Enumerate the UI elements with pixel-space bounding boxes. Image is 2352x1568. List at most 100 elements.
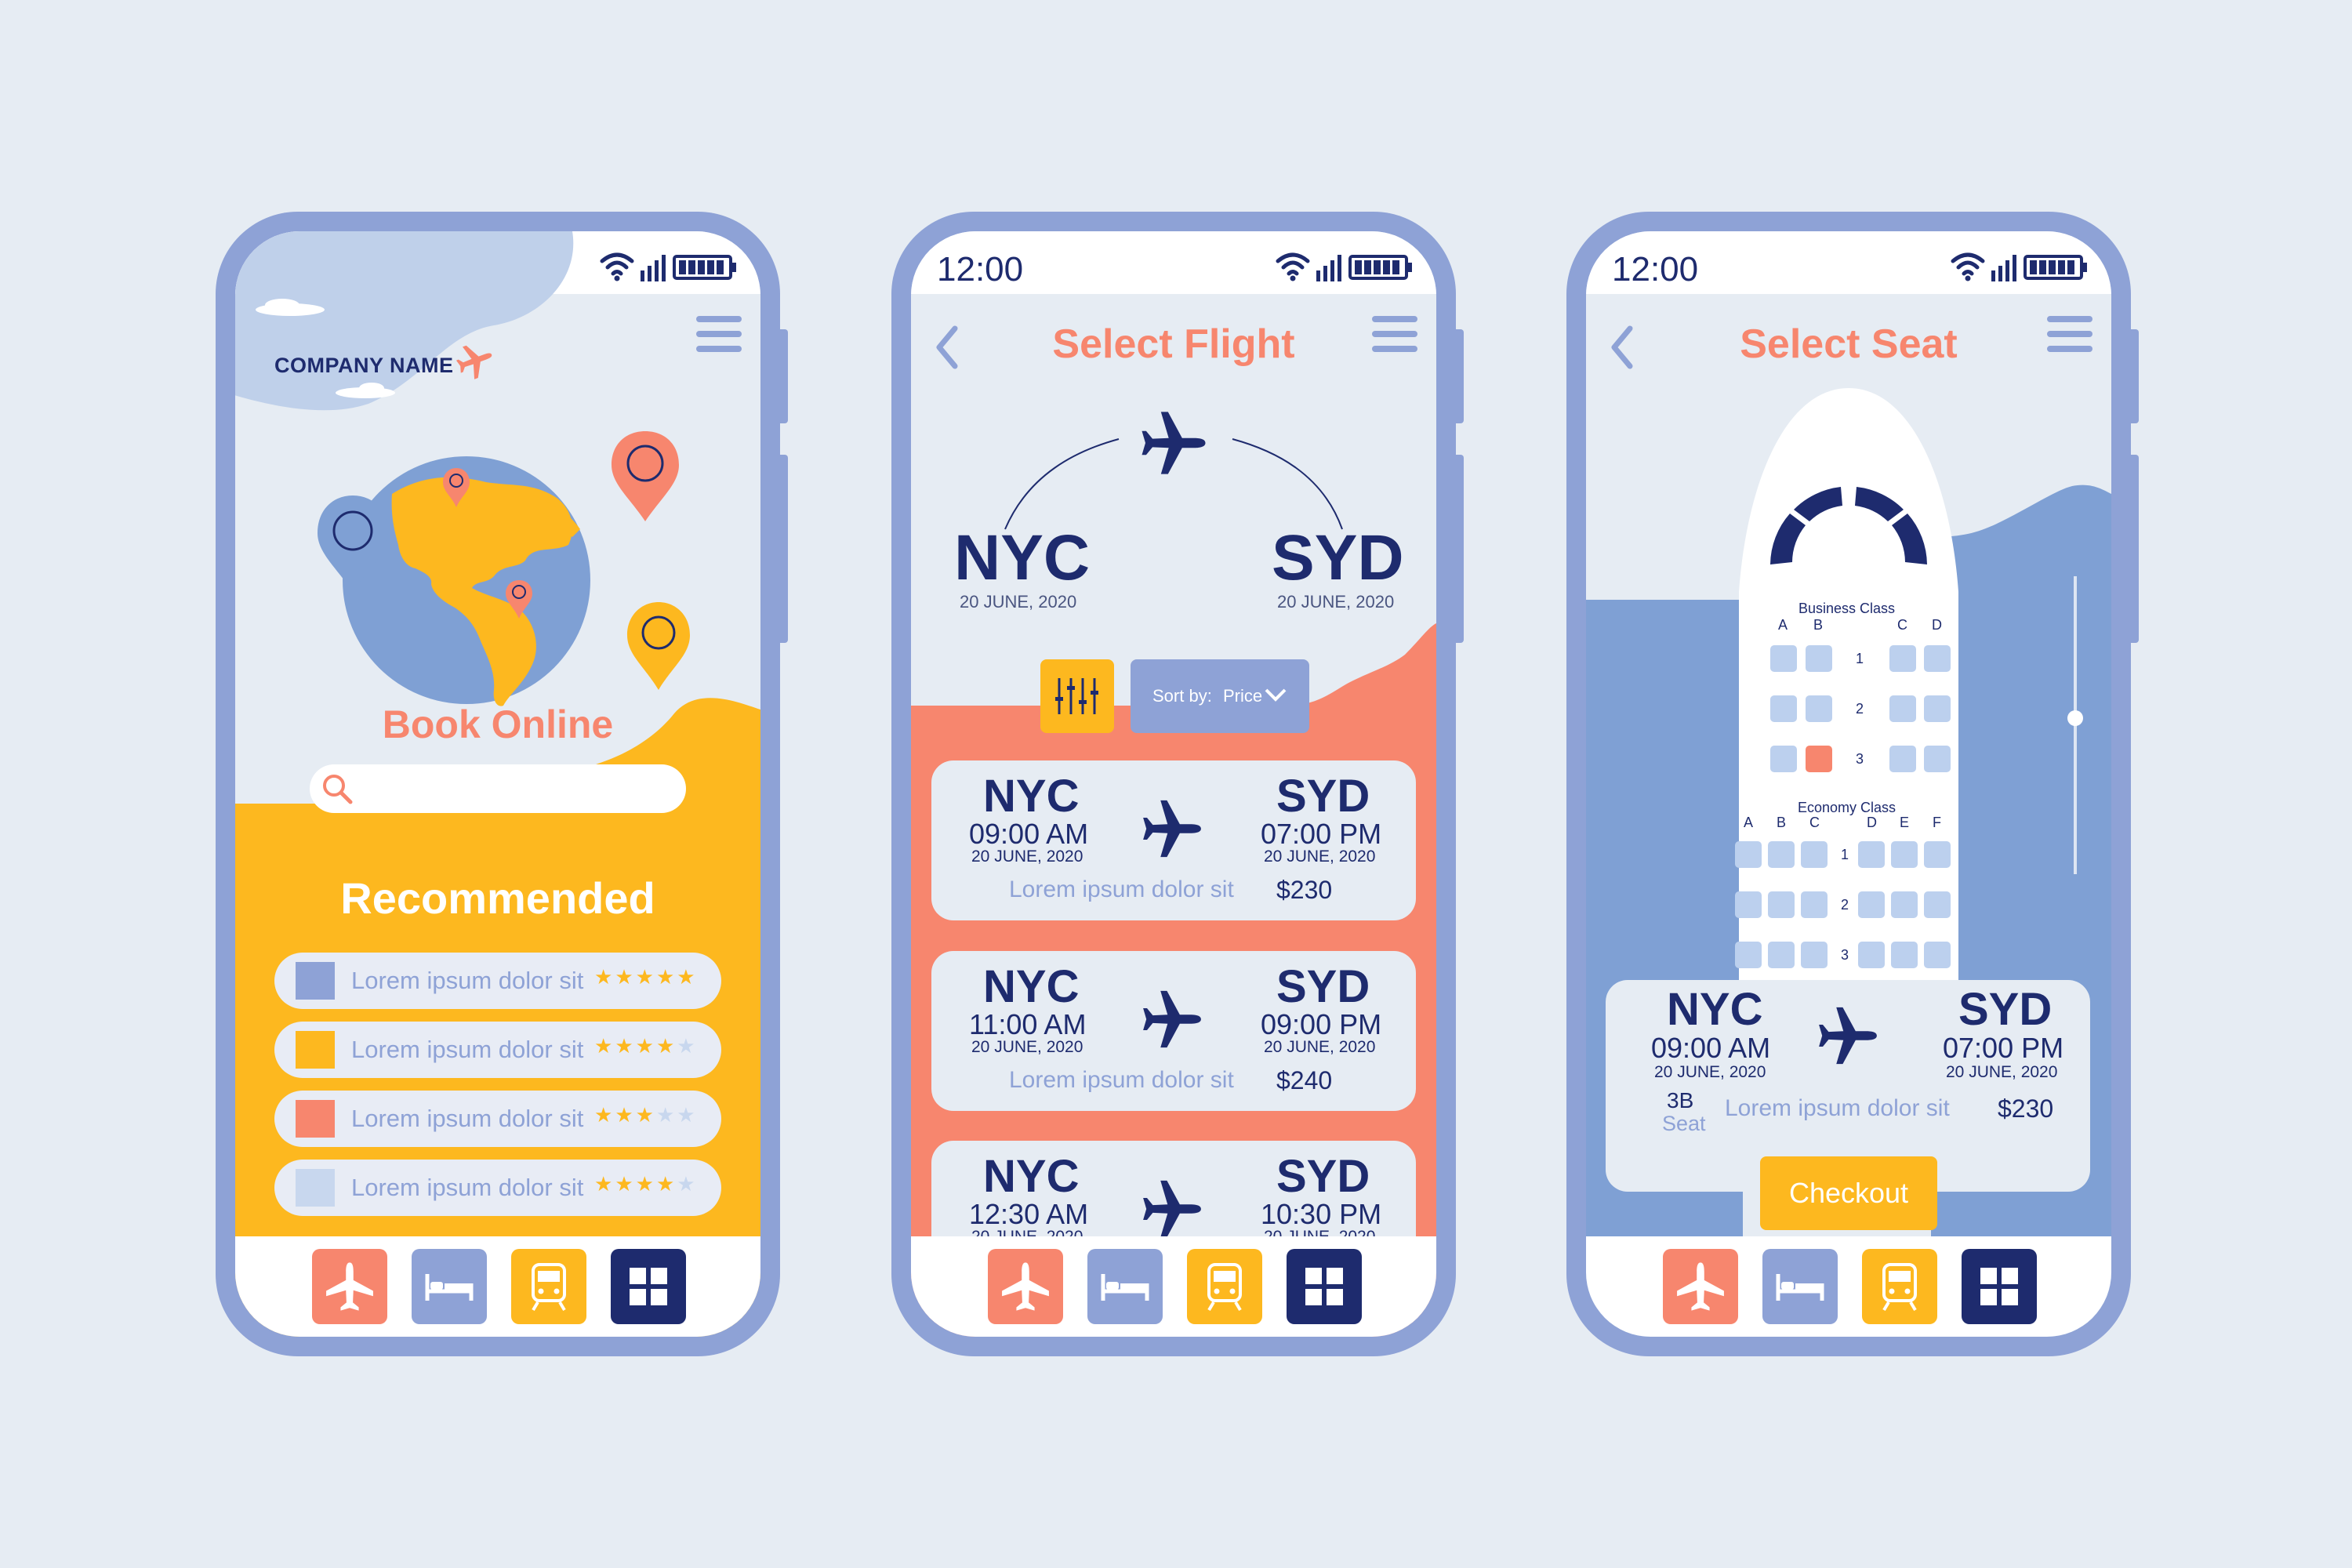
- nav-more-button[interactable]: [1962, 1249, 2037, 1324]
- nav-hotels-button[interactable]: [1087, 1249, 1163, 1324]
- business-seat-1B[interactable]: [1806, 645, 1832, 672]
- economy-seat-1D[interactable]: [1858, 841, 1885, 868]
- recommended-heading: Recommended: [340, 873, 655, 923]
- menu-button[interactable]: [2047, 316, 2092, 352]
- nav-more-button[interactable]: [611, 1249, 686, 1324]
- origin-date: 20 JUNE, 2020: [960, 592, 1077, 612]
- menu-button[interactable]: [696, 316, 742, 352]
- flight-result-card[interactable]: NYC 11:00 AM 20 JUNE, 2020 SYD 09:00 PM 20 JU…: [931, 951, 1416, 1111]
- nav-flights-button[interactable]: [312, 1249, 387, 1324]
- economy-seat-2B[interactable]: [1768, 891, 1795, 918]
- nav-flights-button[interactable]: [988, 1249, 1063, 1324]
- economy-seat-3C[interactable]: [1801, 942, 1828, 968]
- business-seat-1A[interactable]: [1770, 645, 1797, 672]
- wifi-icon: [1276, 252, 1310, 276]
- phone-home: 12:00 COMPANY NAME: [216, 212, 788, 1356]
- result-description: Lorem ipsum dolor sit: [1009, 877, 1234, 902]
- checkout-button[interactable]: Checkout: [1760, 1156, 1937, 1230]
- result-origin: NYC: [983, 1151, 1080, 1202]
- seat-column-label: A: [1744, 815, 1754, 830]
- business-seat-2C[interactable]: [1889, 695, 1916, 722]
- business-seat-3D[interactable]: [1924, 746, 1951, 772]
- item-label: Lorem ipsum dolor sit: [351, 1036, 584, 1063]
- recommended-item[interactable]: Lorem ipsum dolor sit ★★★★★: [274, 1022, 721, 1078]
- summary-arrival-time: 07:00 PM: [1943, 1032, 2064, 1064]
- item-thumbnail: [296, 1100, 335, 1138]
- star-rating: ★★★★★: [594, 1103, 698, 1127]
- nav-hotels-button[interactable]: [1762, 1249, 1838, 1324]
- seat-column-label: A: [1778, 617, 1788, 633]
- business-seat-3A[interactable]: [1770, 746, 1797, 772]
- star-rating: ★★★★★: [594, 1034, 698, 1058]
- plane-icon: [1140, 797, 1204, 861]
- business-seat-1D[interactable]: [1924, 645, 1951, 672]
- recommended-item[interactable]: Lorem ipsum dolor sit ★★★★★: [274, 953, 721, 1009]
- item-thumbnail: [296, 962, 335, 1000]
- menu-button[interactable]: [1372, 316, 1417, 352]
- summary-arrival-date: 20 JUNE, 2020: [1946, 1063, 2058, 1081]
- business-seat-2D[interactable]: [1924, 695, 1951, 722]
- economy-seat-3D[interactable]: [1858, 942, 1885, 968]
- result-origin: NYC: [983, 961, 1080, 1012]
- status-bar: 12:00: [1586, 231, 2111, 294]
- economy-seat-2D[interactable]: [1858, 891, 1885, 918]
- bed-icon: [1776, 1274, 1824, 1301]
- result-description: Lorem ipsum dolor sit: [1009, 1067, 1234, 1093]
- nav-trains-button[interactable]: [511, 1249, 586, 1324]
- business-seat-2B[interactable]: [1806, 695, 1832, 722]
- wifi-icon: [600, 252, 634, 276]
- economy-seat-3E[interactable]: [1891, 942, 1918, 968]
- business-seat-3B[interactable]: [1806, 746, 1832, 772]
- nav-more-button[interactable]: [1287, 1249, 1362, 1324]
- nav-flights-button[interactable]: [1663, 1249, 1738, 1324]
- seat-column-label: D: [1932, 617, 1942, 633]
- signal-icon: [1991, 255, 2016, 281]
- economy-seat-1C[interactable]: [1801, 841, 1828, 868]
- business-seat-1C[interactable]: [1889, 645, 1916, 672]
- plane-icon: [323, 1260, 376, 1313]
- seatmap-scroll-handle[interactable]: [2067, 710, 2083, 726]
- recommended-item[interactable]: Lorem ipsum dolor sit ★★★★★: [274, 1091, 721, 1147]
- economy-seat-3A[interactable]: [1735, 942, 1762, 968]
- seat-row-number: 2: [1856, 701, 1864, 717]
- summary-seat-number: 3B: [1667, 1088, 1694, 1112]
- result-price: $230: [1276, 876, 1333, 904]
- business-seat-3C[interactable]: [1889, 746, 1916, 772]
- status-icons: [1951, 252, 2087, 281]
- search-input[interactable]: [310, 764, 686, 813]
- economy-seat-2C[interactable]: [1801, 891, 1828, 918]
- location-pin-coral: [612, 431, 679, 521]
- flight-result-card[interactable]: NYC 09:00 AM 20 JUNE, 2020 SYD 07:00 PM 20 JU…: [931, 760, 1416, 920]
- star-empty-icon: ★: [677, 1172, 698, 1196]
- star-filled-icon: ★: [655, 1172, 677, 1196]
- nav-trains-button[interactable]: [1862, 1249, 1937, 1324]
- economy-seat-3B[interactable]: [1768, 942, 1795, 968]
- sort-dropdown[interactable]: Sort by: Price: [1131, 659, 1309, 733]
- star-filled-icon: ★: [635, 1103, 656, 1127]
- economy-seat-2E[interactable]: [1891, 891, 1918, 918]
- result-departure-time: 11:00 AM: [969, 1008, 1087, 1040]
- economy-seat-2F[interactable]: [1924, 891, 1951, 918]
- economy-seat-1F[interactable]: [1924, 841, 1951, 868]
- nav-trains-button[interactable]: [1187, 1249, 1262, 1324]
- result-departure-time: 12:30 AM: [969, 1198, 1089, 1230]
- business-seat-2A[interactable]: [1770, 695, 1797, 722]
- item-thumbnail: [296, 1169, 335, 1207]
- grid-icon: [1305, 1268, 1343, 1305]
- economy-seat-2A[interactable]: [1735, 891, 1762, 918]
- star-empty-icon: ★: [677, 1103, 698, 1127]
- economy-seat-1E[interactable]: [1891, 841, 1918, 868]
- bottom-nav: [235, 1236, 760, 1337]
- sort-label: Sort by:: [1152, 686, 1212, 706]
- result-departure-time: 09:00 AM: [969, 818, 1089, 850]
- phone-select-seat: Business Class A B C D 1 2 3 A B C D E F 1 2 3 Economy …: [1566, 212, 2139, 1356]
- economy-seat-3F[interactable]: [1924, 942, 1951, 968]
- recommended-item[interactable]: Lorem ipsum dolor sit ★★★★★: [274, 1160, 721, 1216]
- bed-icon: [1101, 1274, 1149, 1301]
- filter-button[interactable]: [1040, 659, 1114, 733]
- economy-seat-1B[interactable]: [1768, 841, 1795, 868]
- star-filled-icon: ★: [594, 1034, 615, 1058]
- star-filled-icon: ★: [615, 965, 636, 989]
- economy-seat-1A[interactable]: [1735, 841, 1762, 868]
- nav-hotels-button[interactable]: [412, 1249, 487, 1324]
